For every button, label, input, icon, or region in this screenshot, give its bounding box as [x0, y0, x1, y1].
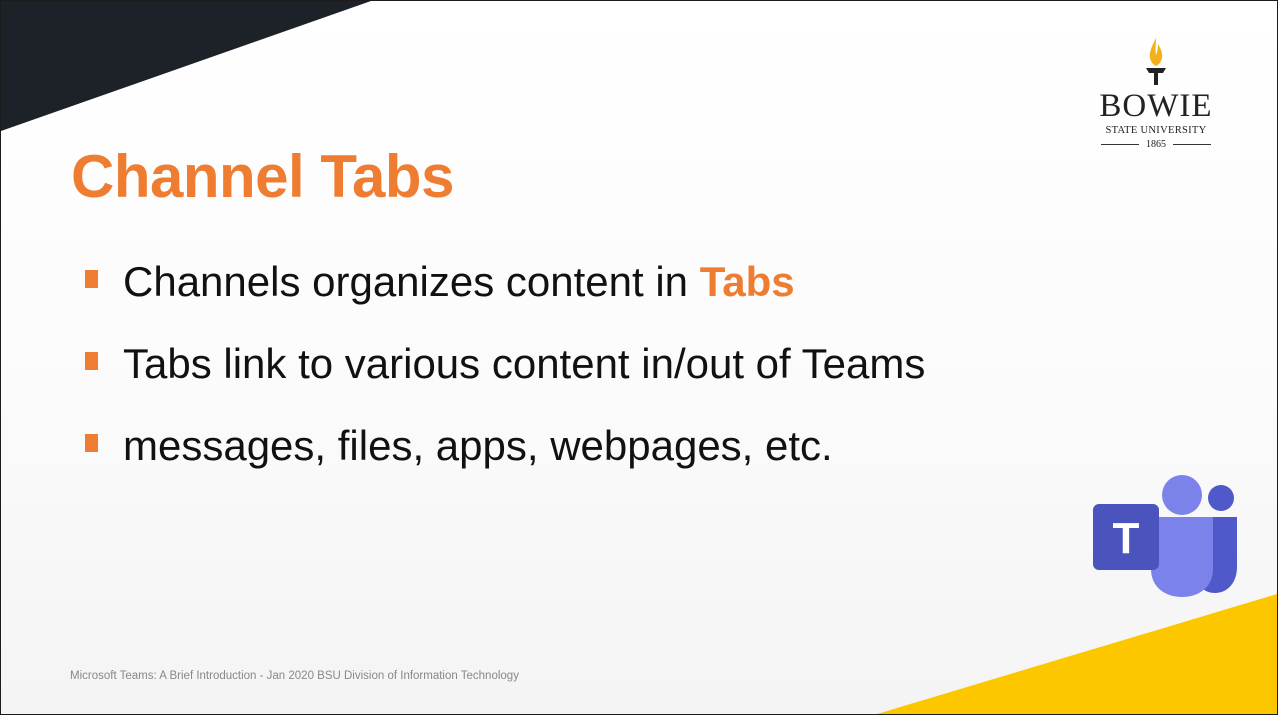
torch-icon	[1146, 38, 1166, 85]
slide: BOWIE STATE UNIVERSITY 1865 Channel Tabs…	[0, 0, 1278, 715]
bullet-item: messages, files, apps, webpages, etc.	[85, 417, 925, 474]
bullet-marker	[85, 352, 98, 370]
bullet-item: Tabs link to various content in/out of T…	[85, 335, 925, 392]
slide-title: Channel Tabs	[71, 143, 454, 210]
bullet-marker	[85, 434, 98, 452]
logo-year-row: 1865	[1085, 139, 1227, 150]
microsoft-teams-icon: T	[1093, 475, 1237, 597]
logo-year: 1865	[1146, 139, 1166, 150]
bullet-text: Channels organizes content in Tabs	[123, 257, 795, 305]
logo-subtitle: STATE UNIVERSITY	[1105, 125, 1207, 136]
teams-letter: T	[1113, 514, 1140, 563]
bullet-text: messages, files, apps, webpages, etc.	[123, 421, 833, 469]
bullet-item: Channels organizes content in Tabs	[85, 253, 925, 310]
logo-wordmark: BOWIE	[1099, 88, 1213, 124]
slide-footer: Microsoft Teams: A Brief Introduction - …	[70, 670, 519, 682]
logo-rule-left	[1101, 144, 1139, 145]
bullet-text: Tabs link to various content in/out of T…	[123, 339, 926, 387]
bullet-text-main: Channels organizes content in	[123, 257, 700, 305]
bullet-text-emphasis: Tabs	[699, 257, 795, 305]
bullet-list: Channels organizes content in Tabs Tabs …	[85, 253, 925, 499]
corner-decoration-gold	[877, 594, 1277, 714]
bullet-marker	[85, 270, 98, 288]
logo-rule-right	[1173, 144, 1211, 145]
university-logo: BOWIE STATE UNIVERSITY 1865	[1085, 36, 1227, 166]
corner-decoration-dark	[1, 1, 371, 131]
